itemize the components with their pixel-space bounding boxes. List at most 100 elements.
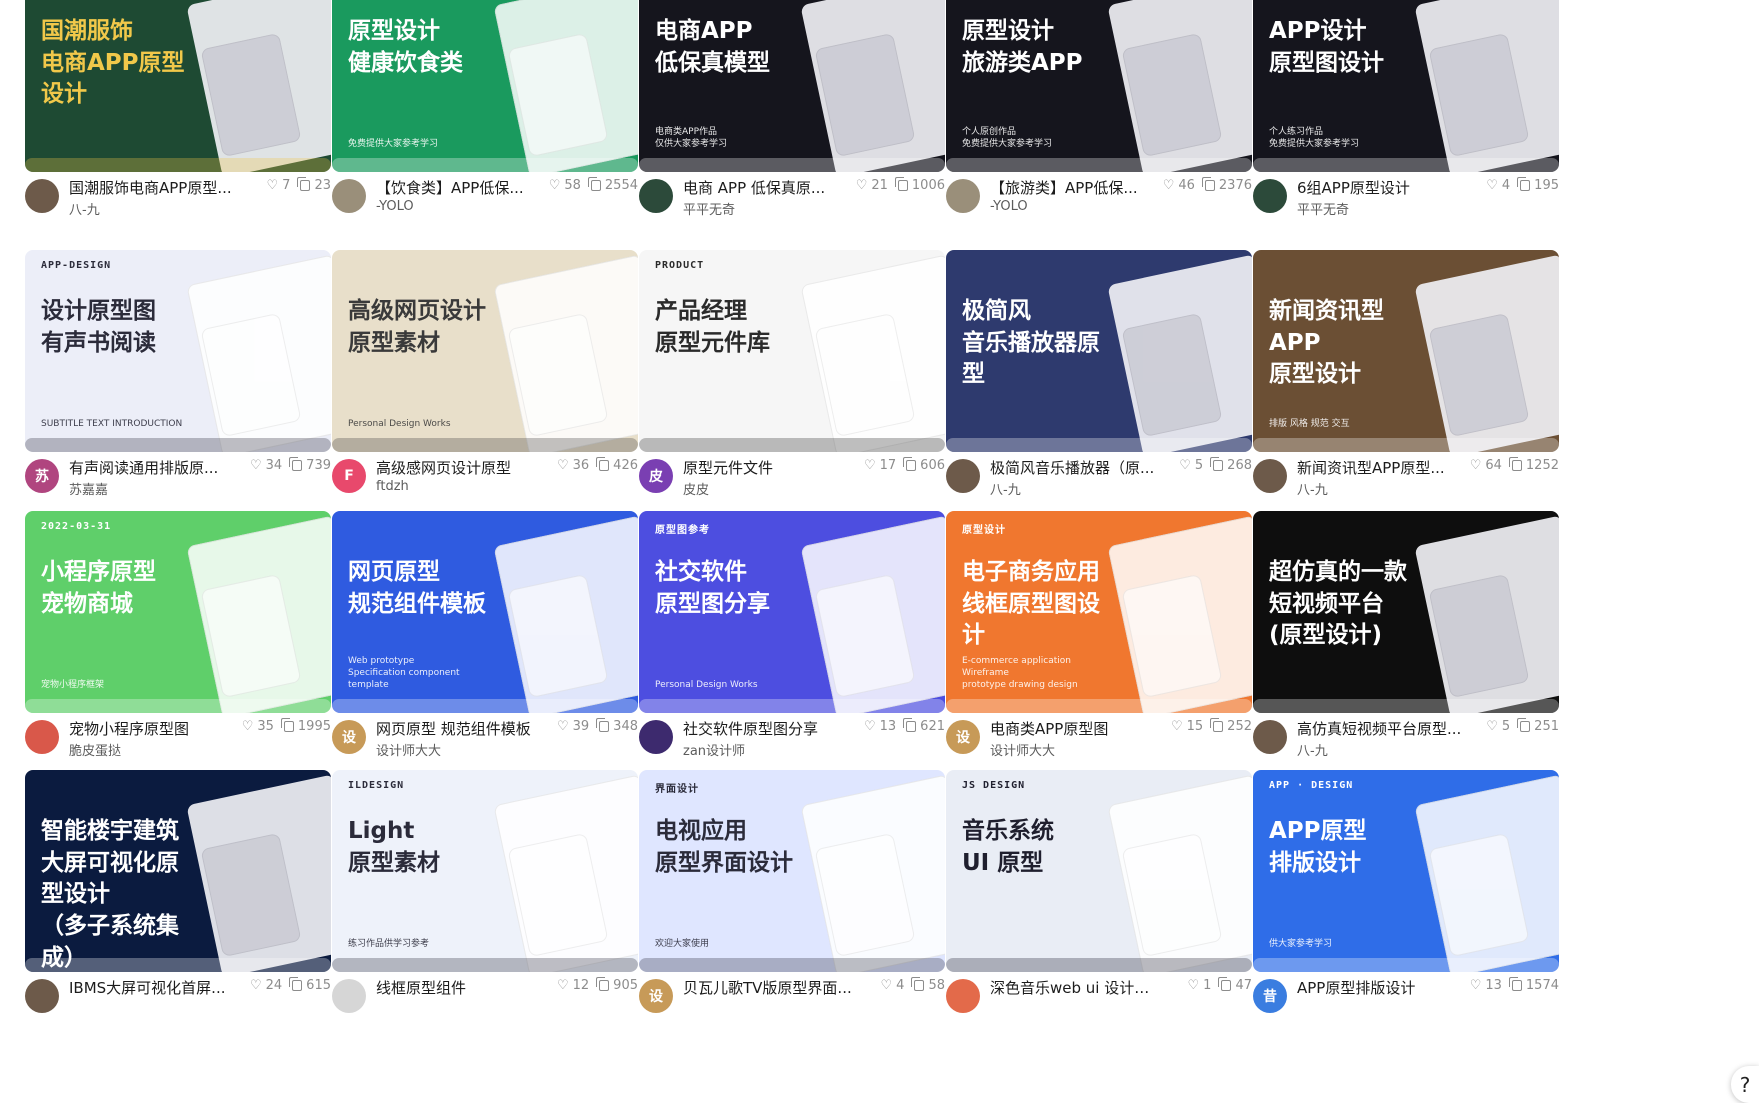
copy-stat[interactable]: 268	[1210, 457, 1252, 473]
work-thumbnail[interactable]: APP-DESIGN APP设计 原型图设计 个人练习作品 免费提供大家参考学习	[1253, 0, 1559, 172]
author-name[interactable]: 苏嘉嘉	[69, 479, 108, 498]
work-thumbnail[interactable]: 极简风 音乐播放器原型	[946, 250, 1252, 452]
work-card[interactable]: APP-DESIGN 原型设计 旅游类APP 个人原创作品 免费提供大家参考学习…	[946, 0, 1252, 230]
copy-stat[interactable]: 348	[596, 718, 638, 734]
work-card[interactable]: 2022-03-31 小程序原型 宠物商城 宠物小程序框架 宠物小程序原型图 脆…	[25, 511, 331, 771]
like-stat[interactable]: ♡ 13	[864, 719, 896, 734]
like-stat[interactable]: ♡ 17	[864, 458, 896, 473]
work-title[interactable]: 高级感网页设计原型	[376, 457, 548, 478]
work-thumbnail[interactable]: 新闻资讯型APP 原型设计 排版 风格 规范 交互	[1253, 250, 1559, 452]
work-title[interactable]: APP原型排版设计	[1297, 977, 1469, 998]
like-stat[interactable]: ♡ 4	[1486, 178, 1510, 193]
work-thumbnail[interactable]: 原型设计 电子商务应用 线框原型图设计 E-commerce applicati…	[946, 511, 1252, 713]
copy-stat[interactable]: 1252	[1508, 457, 1559, 473]
work-card[interactable]: ILDESIGN Light 原型素材 练习作品供学习参考 线框原型组件 ♡ 1…	[332, 770, 638, 1030]
work-thumbnail[interactable]: APP · DESIGN APP原型 排版设计 供大家参考学习	[1253, 770, 1559, 972]
work-title[interactable]: 【旅游类】APP低保...	[990, 177, 1162, 198]
author-avatar[interactable]	[639, 179, 673, 213]
work-thumbnail[interactable]: 2022-03-31 小程序原型 宠物商城 宠物小程序框架	[25, 511, 331, 713]
like-stat[interactable]: ♡ 13	[1470, 978, 1502, 993]
work-title[interactable]: 贝瓦儿歌TV版原型界面...	[683, 977, 855, 998]
work-title[interactable]: 国潮服饰电商APP原型...	[69, 177, 241, 198]
like-stat[interactable]: ♡ 15	[1171, 719, 1203, 734]
work-thumbnail[interactable]: 网页原型 规范组件模板 Web prototype Specification …	[332, 511, 638, 713]
work-title[interactable]: 深色音乐web ui 设计原型	[990, 977, 1162, 998]
work-thumbnail[interactable]: 超仿真的一款 短视频平台 (原型设计)	[1253, 511, 1559, 713]
author-name[interactable]: ftdzh	[376, 479, 409, 494]
work-title[interactable]: 线框原型组件	[376, 977, 548, 998]
work-card[interactable]: 原型设计 电子商务应用 线框原型图设计 E-commerce applicati…	[946, 511, 1252, 771]
author-avatar[interactable]	[332, 979, 366, 1013]
author-avatar[interactable]	[25, 720, 59, 754]
author-avatar[interactable]: 设	[639, 979, 673, 1013]
author-name[interactable]: -YOLO	[990, 199, 1028, 214]
work-title[interactable]: 网页原型 规范组件模板	[376, 718, 548, 739]
author-avatar[interactable]	[25, 179, 59, 213]
like-stat[interactable]: ♡ 12	[557, 978, 589, 993]
work-title[interactable]: 极简风音乐播放器（原...	[990, 457, 1162, 478]
author-avatar[interactable]	[639, 720, 673, 754]
author-avatar[interactable]: F	[332, 459, 366, 493]
author-name[interactable]: 平平无奇	[1297, 199, 1349, 218]
author-name[interactable]: -YOLO	[376, 199, 414, 214]
work-title[interactable]: 6组APP原型设计	[1297, 177, 1469, 198]
author-avatar[interactable]	[1253, 720, 1287, 754]
author-avatar[interactable]: 皮	[639, 459, 673, 493]
copy-stat[interactable]: 195	[1517, 177, 1559, 193]
work-thumbnail[interactable]: 界面设计 电视应用 原型界面设计 欢迎大家使用	[639, 770, 945, 972]
help-button[interactable]: ?	[1731, 1066, 1759, 1103]
work-thumbnail[interactable]: APP-DESIGN 电商APP 低保真模型 电商类APP作品 仅供大家参考学习	[639, 0, 945, 172]
work-thumbnail[interactable]: 原型图参考 社交软件 原型图分享 Personal Design Works	[639, 511, 945, 713]
author-avatar[interactable]	[946, 979, 980, 1013]
work-title[interactable]: 新闻资讯型APP原型...	[1297, 457, 1469, 478]
copy-stat[interactable]: 1574	[1508, 977, 1559, 993]
work-thumbnail[interactable]: 2022-02-25 原型设计 健康饮食类 免费提供大家参考学习	[332, 0, 638, 172]
author-name[interactable]: 八-九	[69, 199, 100, 218]
author-avatar[interactable]	[25, 979, 59, 1013]
author-name[interactable]: 设计师大大	[990, 740, 1055, 759]
copy-stat[interactable]: 621	[903, 718, 945, 734]
author-avatar[interactable]: 设	[332, 720, 366, 754]
author-name[interactable]: 设计师大大	[376, 740, 441, 759]
copy-stat[interactable]: 252	[1210, 718, 1252, 734]
like-stat[interactable]: ♡ 36	[557, 458, 589, 473]
work-card[interactable]: 极简风 音乐播放器原型 极简风音乐播放器（原... 八-九 ♡ 5 268	[946, 250, 1252, 510]
work-card[interactable]: PRODUCT 产品经理 原型元件库 皮 原型元件文件 皮皮 ♡ 17 606	[639, 250, 945, 510]
copy-stat[interactable]: 47	[1218, 977, 1252, 993]
work-card[interactable]: 国潮服饰 电商APP原型设计 国潮服饰电商APP原型... 八-九 ♡ 7 23	[25, 0, 331, 230]
work-thumbnail[interactable]: 智能楼宇建筑 大屏可视化原型设计 （多子系统集成）	[25, 770, 331, 972]
work-title[interactable]: IBMS大屏可视化首屏...	[69, 977, 241, 998]
work-card[interactable]: APP-DESIGN 设计原型图 有声书阅读 SUBTITLE TEXT INT…	[25, 250, 331, 510]
work-title[interactable]: 宠物小程序原型图	[69, 718, 241, 739]
author-avatar[interactable]	[1253, 459, 1287, 493]
like-stat[interactable]: ♡ 58	[549, 178, 581, 193]
like-stat[interactable]: ♡ 5	[1486, 719, 1510, 734]
author-name[interactable]: 脆皮蛋挞	[69, 740, 121, 759]
author-avatar[interactable]	[332, 179, 366, 213]
author-avatar[interactable]	[946, 459, 980, 493]
like-stat[interactable]: ♡ 64	[1470, 458, 1502, 473]
work-card[interactable]: JS DESIGN 音乐系统 UI 原型 深色音乐web ui 设计原型 ♡ 1…	[946, 770, 1252, 1030]
work-thumbnail[interactable]: JS DESIGN 音乐系统 UI 原型	[946, 770, 1252, 972]
copy-stat[interactable]: 739	[289, 457, 331, 473]
work-card[interactable]: 网页原型 规范组件模板 Web prototype Specification …	[332, 511, 638, 771]
work-card[interactable]: 新闻资讯型APP 原型设计 排版 风格 规范 交互 新闻资讯型APP原型... …	[1253, 250, 1559, 510]
work-thumbnail[interactable]: APP-DESIGN 设计原型图 有声书阅读 SUBTITLE TEXT INT…	[25, 250, 331, 452]
copy-stat[interactable]: 615	[289, 977, 331, 993]
copy-stat[interactable]: 2376	[1201, 177, 1252, 193]
like-stat[interactable]: ♡ 35	[242, 719, 274, 734]
work-card[interactable]: APP-DESIGN APP设计 原型图设计 个人练习作品 免费提供大家参考学习…	[1253, 0, 1559, 230]
author-name[interactable]: 皮皮	[683, 479, 709, 498]
work-card[interactable]: 高级网页设计 原型素材 Personal Design Works F 高级感网…	[332, 250, 638, 510]
work-card[interactable]: 智能楼宇建筑 大屏可视化原型设计 （多子系统集成） IBMS大屏可视化首屏...…	[25, 770, 331, 1030]
like-stat[interactable]: ♡ 7	[267, 178, 291, 193]
work-card[interactable]: 2022-02-25 原型设计 健康饮食类 免费提供大家参考学习 【饮食类】AP…	[332, 0, 638, 230]
like-stat[interactable]: ♡ 5	[1179, 458, 1203, 473]
author-name[interactable]: zan设计师	[683, 740, 745, 759]
like-stat[interactable]: ♡ 39	[557, 719, 589, 734]
copy-stat[interactable]: 905	[596, 977, 638, 993]
work-title[interactable]: 电商 APP 低保真原...	[683, 177, 855, 198]
like-stat[interactable]: ♡ 24	[250, 978, 282, 993]
author-avatar[interactable]: 昔	[1253, 979, 1287, 1013]
work-title[interactable]: 有声阅读通用排版原...	[69, 457, 241, 478]
